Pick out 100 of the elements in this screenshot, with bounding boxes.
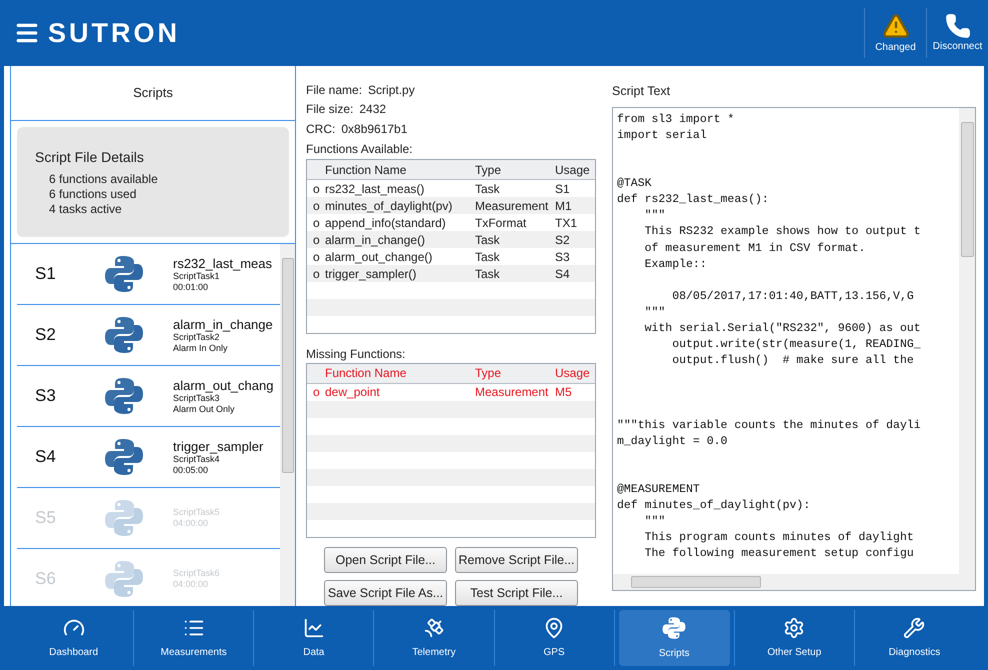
code-line: The following measurement setup configu <box>644 546 914 562</box>
table-cell-text: Task <box>474 180 501 198</box>
table-cell-text: M1 <box>554 198 573 215</box>
scrollbar[interactable] <box>280 244 295 606</box>
row-marker: o <box>312 248 321 266</box>
table-cell-text: TX1 <box>554 214 578 232</box>
info-label: File name: <box>306 82 362 99</box>
code-line: from sl3 import * <box>617 112 734 128</box>
scrollbar[interactable] <box>959 108 975 574</box>
nav-tab[interactable]: Other Setup <box>738 610 850 666</box>
task-name: ScriptTask5 <box>173 507 220 518</box>
task-detail: 00:01:00 <box>173 282 210 292</box>
slot-label: S2 <box>34 324 57 346</box>
row-marker: o <box>312 180 321 198</box>
code-line: of measurement M1 in CSV format. <box>644 240 866 256</box>
table-cell-text: rs232_last_meas() <box>324 180 426 198</box>
row-marker: o <box>312 384 321 402</box>
nav-tab[interactable]: Diagnostics <box>858 610 970 666</box>
code-line: This RS232 example shows how to output t <box>644 224 921 240</box>
code-line: @TASK <box>617 176 652 192</box>
row-marker: o <box>312 214 321 232</box>
python-logo-icon <box>662 616 686 640</box>
info-label: File size: <box>306 101 354 118</box>
code-line: 08/05/2017,17:01:40,BATT,13.156,V,G <box>671 288 914 305</box>
nav-tab[interactable]: Dashboard <box>18 610 130 666</box>
script-slot[interactable]: S1 rs232_last_meas ScriptTask1 00:01:00 <box>17 244 280 305</box>
table-cell-text: S3 <box>554 248 571 266</box>
satellite-dish-icon <box>422 616 445 638</box>
section-title: Missing Functions: <box>306 346 406 363</box>
wrench-icon <box>903 616 926 638</box>
table-cell-text: S2 <box>554 232 571 249</box>
column-header: Usage <box>554 162 591 179</box>
slot-label: S3 <box>34 385 57 408</box>
column-header: Function Name <box>324 162 408 179</box>
python-logo-icon <box>104 315 144 355</box>
details-line: 4 tasks active <box>48 202 123 217</box>
code-line: def rs232_last_meas(): <box>617 192 769 208</box>
python-logo-icon <box>104 498 144 538</box>
row-marker: o <box>312 198 321 215</box>
script-file-button[interactable]: Test Script File... <box>455 580 578 606</box>
changed-button[interactable]: Changed <box>864 8 926 58</box>
python-logo-icon <box>104 376 144 416</box>
task-name: ScriptTask3 <box>173 392 220 404</box>
table-cell-text: minutes_of_daylight(pv) <box>324 198 454 215</box>
details-line: 6 functions used <box>48 187 138 202</box>
section-title: Functions Available: <box>306 141 414 158</box>
nav-tab[interactable]: Data <box>258 610 370 666</box>
code-line: @MEASUREMENT <box>617 482 700 498</box>
code-line: import serial <box>617 128 707 144</box>
table-cell-text: S4 <box>554 266 571 283</box>
table-cell-text: Measurement <box>474 198 550 215</box>
table-cell-text: TxFormat <box>474 214 528 232</box>
app-logo: SUTRON <box>48 16 180 50</box>
script-slot[interactable]: S2 alarm_in_change ScriptTask2 Alarm In Only <box>17 305 280 366</box>
nav-tab[interactable]: Telemetry <box>378 610 490 666</box>
column-header: Usage <box>554 365 591 382</box>
script-file-button[interactable]: Open Script File... <box>324 546 447 573</box>
info-value: 0x8b9617b1 <box>341 120 408 138</box>
task-name: ScriptTask6 <box>173 568 220 579</box>
task-name: ScriptTask2 <box>173 332 220 342</box>
line-chart-icon <box>302 616 325 638</box>
script-name: alarm_out_chang <box>173 378 274 392</box>
warning-icon <box>882 12 910 40</box>
task-detail: Alarm In Only <box>173 342 229 354</box>
info-label: CRC: <box>306 120 336 138</box>
code-line: output.write(str(measure(1, READING_ <box>671 337 921 354</box>
script-file-button[interactable]: Remove Script File... <box>455 546 578 573</box>
script-file-button[interactable]: Save Script File As... <box>324 580 447 606</box>
script-slot[interactable]: S4 trigger_sampler ScriptTask4 00:05:00 <box>17 427 280 488</box>
task-name: ScriptTask1 <box>173 270 220 282</box>
task-detail: Alarm Out Only <box>173 404 236 414</box>
nav-tab[interactable]: Measurements <box>138 610 250 666</box>
info-value: 2432 <box>359 101 386 118</box>
disconnect-button[interactable]: Disconnect <box>926 8 988 58</box>
code-line: """this variable counts the minutes of dayli <box>617 418 921 434</box>
info-value: Script.py <box>368 82 415 99</box>
details-title: Script File Details <box>35 148 145 167</box>
code-line: output.flush() # make sure all the <box>671 353 914 370</box>
table-cell-text: alarm_in_change() <box>324 232 426 249</box>
nav-tab[interactable]: Scripts <box>618 610 730 666</box>
script-slot[interactable]: S3 alarm_out_chang ScriptTask3 Alarm Out Only <box>17 366 280 427</box>
code-line: m_daylight = 0.0 <box>617 434 728 450</box>
table-cell-text: S1 <box>554 180 571 198</box>
task-name: ScriptTask4 <box>173 454 220 464</box>
script-text-title: Script Text <box>612 83 672 100</box>
settings-icon <box>783 616 806 638</box>
python-logo-icon <box>104 559 144 599</box>
script-name: alarm_in_change <box>173 316 273 332</box>
task-detail: 00:05:00 <box>173 464 210 476</box>
slot-label: S4 <box>34 446 57 468</box>
sidebar-title: Scripts <box>11 66 295 121</box>
table-cell-text: append_info(standard) <box>324 214 447 232</box>
code-editor[interactable] <box>612 106 976 591</box>
table-cell-text: Task <box>474 232 501 249</box>
table-cell-text: alarm_out_change() <box>324 248 434 266</box>
row-marker: o <box>312 266 321 283</box>
scrollbar[interactable] <box>613 574 975 590</box>
nav-tab[interactable]: GPS <box>498 610 610 666</box>
slot-label: S1 <box>34 263 57 286</box>
slot-label: S5 <box>34 507 57 530</box>
